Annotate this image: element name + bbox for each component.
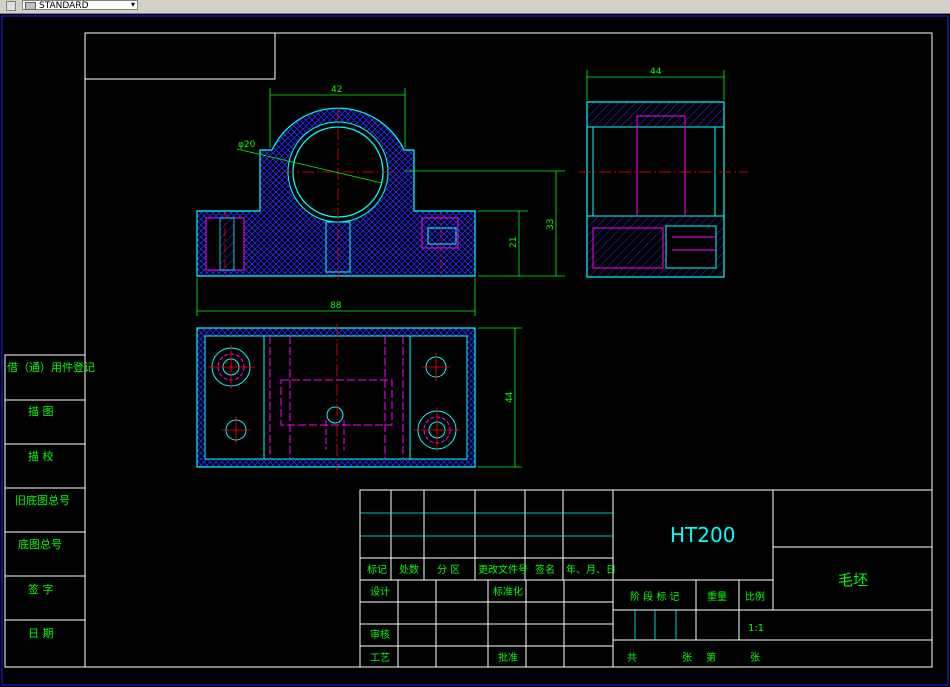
- top-dimensions: [478, 327, 522, 468]
- rev-header-sign: 签名: [535, 563, 555, 576]
- page-label: 第: [706, 651, 716, 664]
- side-view[interactable]: [579, 101, 748, 278]
- rev-header-date: 年、月、日: [566, 563, 616, 576]
- dim-side-width: 44: [650, 67, 662, 77]
- rev-header-zone: 分 区: [437, 564, 460, 576]
- chevron-down-icon: ▾: [130, 0, 135, 9]
- design-label: 设计: [370, 585, 390, 598]
- rev-header-doc: 更改文件号: [478, 563, 528, 576]
- title-block-inner-lines: [360, 512, 677, 640]
- side-box-old-number: 旧底图总号: [15, 493, 70, 507]
- top-view[interactable]: [196, 324, 476, 470]
- scale-label: 比例: [745, 590, 765, 603]
- rev-header-mark: 标记: [367, 564, 387, 576]
- weight-label: 重量: [707, 590, 727, 603]
- side-box-check: 描 校: [28, 449, 54, 463]
- text-style-icon: [25, 2, 36, 10]
- standardize-label: 标准化: [493, 585, 523, 598]
- process-label: 工艺: [370, 652, 390, 664]
- side-box-date: 日 期: [28, 627, 54, 640]
- dim-height-21: 21: [509, 237, 519, 248]
- part-name: 毛坯: [838, 571, 868, 589]
- toolbar: STANDARD ▾: [0, 0, 950, 14]
- text-style-combo[interactable]: STANDARD ▾: [22, 0, 138, 11]
- side-box-trace: 描 图: [28, 404, 54, 418]
- rev-header-count: 处数: [399, 563, 419, 576]
- dim-total-width: 88: [330, 301, 342, 311]
- approve-label: 批准: [498, 651, 518, 664]
- dim-width-top: 42: [331, 85, 342, 95]
- stage-mark-label: 阶 段 标 记: [630, 590, 680, 603]
- dim-top-height: 44: [505, 391, 515, 403]
- page-label-2: 张: [750, 652, 760, 664]
- side-record-box: [4, 354, 86, 668]
- side-box-base-number: 底图总号: [18, 537, 62, 551]
- material-label: HT200: [670, 523, 735, 547]
- text-style-value: STANDARD: [39, 1, 89, 11]
- dim-hole-diameter: φ20: [238, 140, 256, 150]
- front-view[interactable]: [196, 107, 476, 280]
- total-label: 共: [627, 652, 637, 664]
- review-label: 审核: [370, 628, 390, 641]
- sheet-label: 张: [682, 652, 692, 664]
- drawing-canvas[interactable]: 42 φ20 88 21 33 44 44 借（通）用件登记 描 图 描 校 旧…: [0, 14, 950, 687]
- properties-icon[interactable]: [6, 1, 16, 11]
- side-box-register: 借（通）用件登记: [7, 360, 95, 374]
- corner-code-box: [84, 32, 276, 80]
- scale-value: 1:1: [748, 623, 764, 634]
- dim-height-33: 33: [546, 219, 556, 230]
- side-box-sign: 签 字: [28, 582, 54, 596]
